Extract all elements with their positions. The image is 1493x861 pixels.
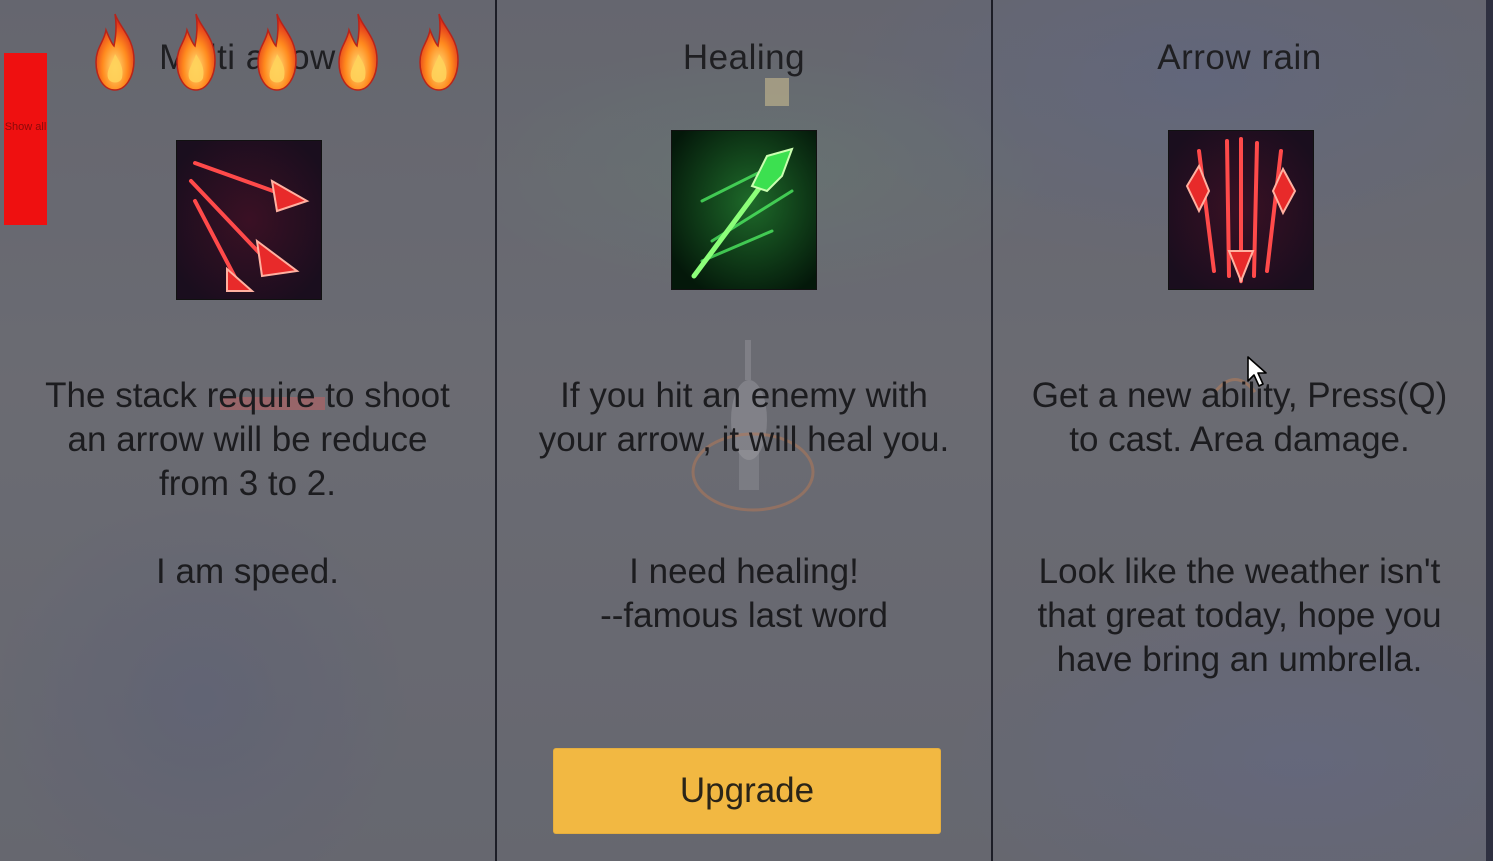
card-flavor-text: Look like the weather isn't that great t… — [1037, 552, 1442, 679]
panel-divider — [495, 0, 497, 861]
card-description: Get a new ability, Press(Q) to cast. Are… — [1031, 376, 1448, 459]
fire-stack-icon — [252, 10, 302, 92]
upgrade-card-multi-arrow[interactable]: Multi arrow The stack require to shoot a… — [0, 0, 495, 861]
flavor-line: --famous last word — [600, 596, 888, 635]
fire-stack-icon — [414, 10, 464, 92]
card-flavor-text: I am speed. — [156, 552, 339, 591]
show-all-button[interactable]: Show all — [4, 53, 47, 225]
card-description: The stack require to shoot an arrow will… — [45, 376, 450, 503]
mouse-cursor-icon — [1246, 355, 1270, 389]
show-all-label: Show all — [4, 121, 47, 133]
card-description: If you hit an enemy with your arrow, it … — [538, 376, 950, 459]
arrow-rain-icon — [1169, 131, 1313, 289]
multi-arrow-icon — [177, 141, 321, 299]
game-screen: Multi arrow The stack require to shoot a… — [0, 0, 1493, 861]
fire-stack-icon — [171, 10, 221, 92]
card-title: Arrow rain — [1157, 38, 1322, 77]
screen-edge — [1486, 0, 1493, 861]
card-flavor-text: I need healing! --famous last word — [527, 550, 961, 638]
upgrade-card-healing[interactable]: Healing If you hit an enemy with your ar… — [497, 0, 991, 861]
fire-stack-icon — [90, 10, 140, 92]
upgrade-card-arrow-rain[interactable]: Arrow rain Get a new ability, Press(Q) t… — [993, 0, 1486, 861]
upgrade-button[interactable]: Upgrade — [553, 748, 941, 834]
healing-arrow-icon — [672, 131, 816, 289]
flavor-line: I need healing! — [629, 552, 859, 591]
card-title: Healing — [682, 38, 806, 77]
panel-divider — [991, 0, 993, 861]
fire-stack-icon — [333, 10, 383, 92]
